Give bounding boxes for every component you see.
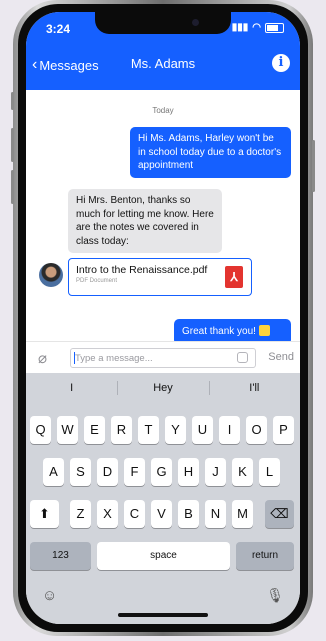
pdf-icon: ⅄	[225, 266, 243, 288]
status-time: 3:24	[46, 22, 71, 36]
backspace-key[interactable]: ⌫	[265, 500, 294, 528]
info-icon[interactable]: i	[272, 54, 290, 72]
phone-frame: 3:24 ▮▮▮ ◠ ‹ Messages Ms. Adams i Today …	[11, 0, 315, 636]
send-button[interactable]: Send	[268, 351, 294, 363]
numbers-key[interactable]: 123	[30, 542, 91, 570]
battery-icon	[265, 22, 284, 33]
incoming-message: Hi Mrs. Benton, thanks so much for letti…	[68, 189, 222, 253]
suggestion-item[interactable]: Hey	[117, 373, 208, 403]
camera-icon	[192, 19, 199, 26]
key-p[interactable]: P	[273, 416, 294, 444]
key-s[interactable]: S	[70, 458, 91, 486]
key-row-3: ⬆ Z X C V B N M ⌫	[26, 500, 300, 528]
mute-switch	[11, 92, 14, 110]
keyboard-bottom-bar: ☺ 🎙	[26, 585, 300, 611]
suggestion-bar: I Hey I'll	[26, 373, 300, 403]
suggestion-item[interactable]: I'll	[208, 373, 300, 403]
space-key[interactable]: space	[97, 542, 230, 570]
home-indicator[interactable]	[118, 613, 208, 617]
phone-bezel: 3:24 ▮▮▮ ◠ ‹ Messages Ms. Adams i Today …	[18, 4, 308, 632]
attachment-file-type: PDF Document	[76, 278, 118, 284]
notch	[95, 12, 231, 34]
power-button	[312, 140, 315, 192]
message-text: Great thank you!	[182, 326, 256, 337]
key-row-1: Q W E R T Y U I O P	[26, 416, 300, 444]
message-composer: ⌀ Send	[26, 341, 300, 374]
emoji-icon	[258, 325, 270, 336]
key-k[interactable]: K	[232, 458, 253, 486]
phone-screen: 3:24 ▮▮▮ ◠ ‹ Messages Ms. Adams i Today …	[26, 12, 300, 624]
wifi-icon: ◠	[252, 22, 261, 33]
sticker-icon[interactable]	[237, 352, 248, 363]
keyboard: I Hey I'll Q W E R T Y U I O P A S D F G…	[26, 373, 300, 624]
volume-down-button	[11, 170, 14, 204]
key-o[interactable]: O	[246, 416, 267, 444]
outgoing-message: Hi Ms. Adams, Harley won't be in school …	[130, 127, 291, 178]
key-b[interactable]: B	[178, 500, 199, 528]
key-n[interactable]: N	[205, 500, 226, 528]
key-f[interactable]: F	[124, 458, 145, 486]
volume-up-button	[11, 128, 14, 162]
text-cursor	[74, 352, 75, 364]
key-y[interactable]: Y	[165, 416, 186, 444]
key-e[interactable]: E	[84, 416, 105, 444]
key-u[interactable]: U	[192, 416, 213, 444]
paperclip-icon[interactable]: ⌀	[38, 349, 47, 367]
message-input[interactable]	[70, 348, 256, 368]
day-separator: Today	[152, 106, 174, 115]
key-v[interactable]: V	[151, 500, 172, 528]
key-h[interactable]: H	[178, 458, 199, 486]
key-c[interactable]: C	[124, 500, 145, 528]
page-title: Ms. Adams	[130, 56, 196, 71]
microphone-icon[interactable]: 🎙	[266, 587, 284, 604]
signal-icon: ▮▮▮	[231, 22, 249, 33]
key-l[interactable]: L	[259, 458, 280, 486]
key-w[interactable]: W	[57, 416, 78, 444]
key-t[interactable]: T	[138, 416, 159, 444]
key-r[interactable]: R	[111, 416, 132, 444]
attachment-file-name: Intro to the Renaissance.pdf	[76, 264, 208, 276]
status-icons: ▮▮▮ ◠	[232, 22, 284, 33]
key-a[interactable]: A	[43, 458, 64, 486]
key-q[interactable]: Q	[30, 416, 51, 444]
key-row-2: A S D F G H J K L	[26, 458, 300, 486]
key-x[interactable]: X	[97, 500, 118, 528]
key-row-4: 123 space return	[26, 542, 300, 570]
avatar	[39, 263, 63, 287]
key-m[interactable]: M	[232, 500, 253, 528]
emoji-keyboard-icon[interactable]: ☺	[42, 587, 57, 604]
key-i[interactable]: I	[219, 416, 240, 444]
key-g[interactable]: G	[151, 458, 172, 486]
key-z[interactable]: Z	[70, 500, 91, 528]
key-d[interactable]: D	[97, 458, 118, 486]
shift-key[interactable]: ⬆	[30, 500, 59, 528]
key-j[interactable]: J	[205, 458, 226, 486]
suggestion-item[interactable]: I	[26, 373, 117, 403]
return-key[interactable]: return	[236, 542, 294, 570]
pdf-attachment[interactable]: Intro to the Renaissance.pdf PDF Documen…	[68, 258, 252, 296]
